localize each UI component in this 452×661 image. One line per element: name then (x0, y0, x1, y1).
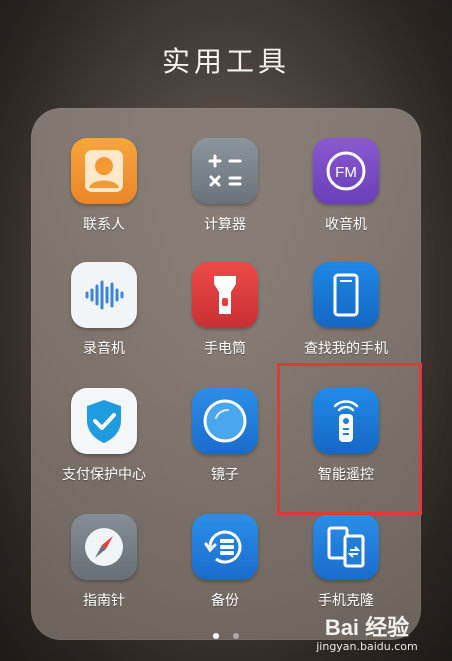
app-find-phone[interactable]: 查找我的手机 (286, 262, 406, 358)
app-label: 联系人 (83, 217, 125, 233)
page-dot[interactable] (232, 633, 239, 639)
app-label: 备份 (211, 593, 239, 609)
watermark-logo: Bai 经验 (324, 615, 410, 640)
app-label: 计算器 (204, 217, 246, 233)
compass-icon (71, 514, 137, 580)
flashlight-icon (192, 262, 258, 328)
app-label: 收音机 (325, 217, 367, 233)
payment-shield-icon (71, 388, 137, 454)
app-label: 指南针 (83, 593, 125, 609)
phone-clone-icon (313, 514, 379, 580)
watermark-url: jingyan.baidu.com (316, 640, 418, 653)
app-calculator[interactable]: 计算器 (165, 138, 285, 234)
app-flashlight[interactable]: 手电筒 (165, 262, 285, 358)
baidu-jingyan-watermark: Bai 经验 jingyan.baidu.com (292, 610, 442, 653)
page-dot-active[interactable] (213, 633, 220, 639)
highlight-box (277, 363, 422, 515)
voice-recorder-icon (71, 262, 137, 328)
app-contacts[interactable]: 联系人 (44, 138, 164, 234)
app-fm-radio[interactable]: FM 收音机 (286, 138, 406, 234)
app-label: 手电筒 (204, 341, 246, 357)
app-label: 查找我的手机 (304, 341, 388, 357)
app-compass[interactable]: 指南针 (44, 514, 164, 610)
app-payment-protection[interactable]: 支付保护中心 (44, 388, 164, 484)
contacts-icon (71, 138, 137, 204)
find-phone-icon (313, 262, 379, 328)
app-voice-recorder[interactable]: 录音机 (44, 262, 164, 358)
app-phone-clone[interactable]: 手机克隆 (286, 514, 406, 610)
backup-icon (192, 514, 258, 580)
app-label: 镜子 (211, 467, 239, 483)
fm-badge-text: FM (335, 164, 357, 181)
app-label: 支付保护中心 (62, 467, 146, 483)
app-label: 手机克隆 (318, 593, 374, 609)
calculator-icon (192, 138, 258, 204)
app-backup[interactable]: 备份 (165, 514, 285, 610)
app-mirror[interactable]: 镜子 (165, 388, 285, 484)
folder-title: 实用工具 (161, 45, 290, 78)
app-label: 录音机 (83, 341, 125, 357)
fm-radio-icon: FM (313, 138, 379, 204)
mirror-icon (192, 388, 258, 454)
